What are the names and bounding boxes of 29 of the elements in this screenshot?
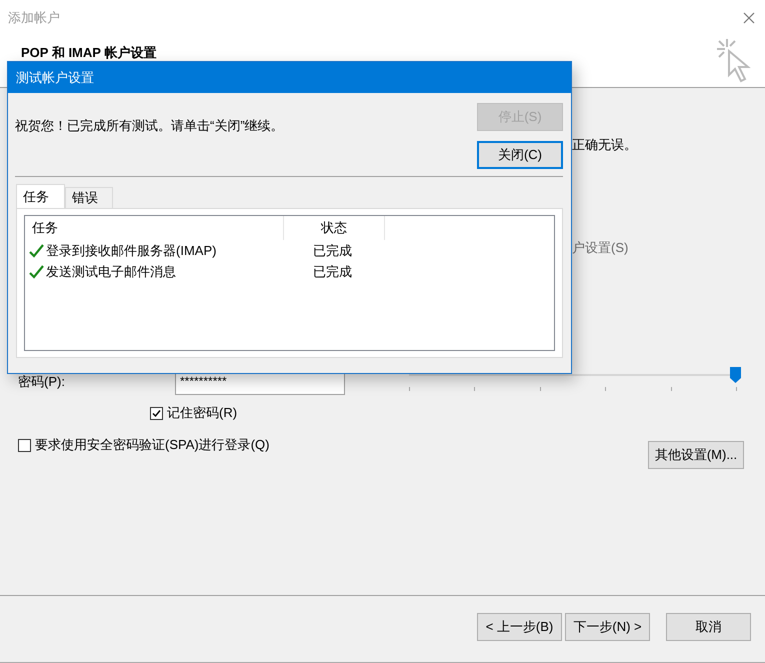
dialog-message: 祝贺您！已完成所有测试。请单击“关闭”继续。 (15, 117, 284, 135)
spa-checkbox[interactable] (18, 438, 31, 452)
wizard-button[interactable]: 取消 (666, 613, 751, 641)
remember-label: 记住密码(R) (167, 404, 238, 422)
password-label: 密码(P): (17, 373, 66, 391)
task-status: 已完成 (313, 262, 352, 280)
window-title: 添加帐户 (8, 9, 60, 27)
dialog-title: 测试帐户设置 (8, 62, 571, 93)
label-text: 正确无误。 (572, 136, 637, 154)
more-settings-button[interactable]: 其他设置(M)... (648, 441, 744, 469)
tab[interactable]: 任务 (16, 184, 65, 208)
spa-label: 要求使用安全密码验证(SPA)进行登录(Q) (35, 436, 270, 454)
task-name: 发送测试电子邮件消息 (46, 262, 176, 280)
page-heading: POP 和 IMAP 帐户设置 (21, 44, 156, 62)
cursor-sparkle-icon (715, 37, 751, 83)
close-icon[interactable] (743, 12, 755, 24)
task-status: 已完成 (313, 242, 352, 260)
checkmark-icon (29, 264, 44, 278)
remember-checkbox[interactable] (150, 406, 163, 420)
checkmark-icon (29, 244, 44, 258)
dialog-button[interactable]: 关闭(C) (477, 141, 563, 169)
column-header[interactable]: 状态 (284, 216, 385, 240)
column-header[interactable]: 任务 (25, 216, 284, 240)
label-text: 户设置(S) (572, 239, 628, 257)
tab[interactable]: 错误 (65, 187, 113, 208)
slider-thumb[interactable] (730, 367, 741, 383)
wizard-button[interactable]: < 上一步(B) (477, 613, 562, 641)
wizard-button[interactable]: 下一步(N) > (565, 613, 650, 641)
task-name: 登录到接收邮件服务器(IMAP) (46, 242, 216, 260)
